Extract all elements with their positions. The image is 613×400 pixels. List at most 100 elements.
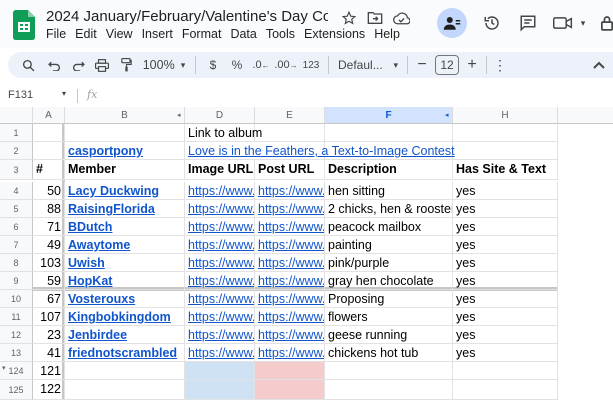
cell-a[interactable]: 122	[33, 380, 65, 400]
cell-b[interactable]: BDutch	[65, 218, 185, 236]
cell-f[interactable]: 2 chicks, hen & rooster	[325, 200, 453, 218]
cell-h[interactable]: yes	[453, 326, 558, 344]
decrease-font-size-icon[interactable]: −	[413, 54, 431, 76]
cell-f[interactable]	[325, 124, 453, 142]
number-format-button[interactable]: 123	[299, 54, 323, 76]
cell-d[interactable]: https://www.b	[185, 344, 255, 362]
cell-h[interactable]: yes	[453, 218, 558, 236]
cell-f[interactable]: painting	[325, 236, 453, 254]
cell-d[interactable]: https://www.b	[185, 236, 255, 254]
cell-e[interactable]: https://www.b	[255, 290, 325, 308]
menu-file[interactable]: File	[46, 27, 71, 41]
cell-d[interactable]: https://www.b	[185, 218, 255, 236]
cell-f[interactable]: geese running	[325, 326, 453, 344]
cell-d[interactable]: https://www.b	[185, 290, 255, 308]
cell-e[interactable]: Post URL	[255, 160, 325, 180]
cell-e[interactable]: https://www.b	[255, 218, 325, 236]
cell-d[interactable]: https://www.b	[185, 308, 255, 326]
column-header-d[interactable]: D	[185, 107, 255, 124]
select-all-corner[interactable]	[0, 107, 33, 124]
currency-format-button[interactable]: $	[201, 54, 225, 76]
cell-h[interactable]	[453, 380, 558, 400]
meet-video-icon[interactable]	[553, 12, 575, 34]
sheets-logo-icon[interactable]	[13, 10, 35, 40]
font-size-input[interactable]: 12	[435, 55, 459, 75]
cell-a[interactable]: 121	[33, 362, 65, 380]
cell-e[interactable]: https://www.b	[255, 272, 325, 290]
column-header-f[interactable]: F	[325, 107, 453, 124]
cell-h[interactable]: yes	[453, 236, 558, 254]
cell-a[interactable]: 107	[33, 308, 65, 326]
cell-a[interactable]: 23	[33, 326, 65, 344]
history-icon[interactable]	[481, 12, 503, 34]
more-options-icon[interactable]: ⋮	[492, 54, 508, 76]
print-icon[interactable]	[90, 54, 114, 76]
cell-b[interactable]: RaisingFlorida	[65, 200, 185, 218]
search-menus-icon[interactable]	[14, 54, 42, 76]
column-header-h[interactable]: H	[453, 107, 558, 124]
cloud-status-icon[interactable]	[392, 9, 410, 27]
cell-h[interactable]: Has Site & Text	[453, 160, 558, 180]
font-select[interactable]: Defaul... ▾	[334, 54, 402, 76]
cell-d[interactable]: https://www.b	[185, 200, 255, 218]
cell-d[interactable]: https://www.b	[185, 254, 255, 272]
cell-e[interactable]: https://www.b	[255, 182, 325, 200]
menu-view[interactable]: View	[106, 27, 138, 41]
cell-d[interactable]: https://www.b	[185, 326, 255, 344]
cell-a[interactable]: 67	[33, 290, 65, 308]
column-header-b[interactable]: B	[65, 107, 185, 124]
cell-d[interactable]: Love is in the Feathers, a Text-to-Image…	[185, 142, 455, 160]
cell-a[interactable]: 103	[33, 254, 65, 272]
cell-b[interactable]: Uwish	[65, 254, 185, 272]
row-header[interactable]: 124 ▾	[0, 362, 33, 380]
increase-font-size-icon[interactable]: +	[463, 54, 481, 76]
decrease-decimal-button[interactable]: .0 ←	[249, 54, 273, 76]
cell-h[interactable]: yes	[453, 182, 558, 200]
cell-b[interactable]: Awaytome	[65, 236, 185, 254]
hidden-column-left-arrow-icon[interactable]: ◂	[177, 111, 181, 119]
menu-edit[interactable]: Edit	[75, 27, 102, 41]
collapse-menus-icon[interactable]	[589, 54, 609, 76]
row-header[interactable]: 9	[0, 272, 33, 290]
row-header[interactable]: 2	[0, 142, 33, 160]
menu-help[interactable]: Help	[374, 27, 405, 41]
row-header[interactable]: 11	[0, 308, 33, 326]
cell-a[interactable]: 88	[33, 200, 65, 218]
increase-decimal-button[interactable]: .00 →	[273, 54, 299, 76]
cell-h[interactable]: yes	[453, 308, 558, 326]
row-header[interactable]: 5	[0, 200, 33, 218]
cell-b[interactable]: HopKat	[65, 272, 185, 290]
row-header[interactable]: 12	[0, 326, 33, 344]
comments-icon[interactable]	[517, 12, 539, 34]
cell-e[interactable]	[255, 124, 325, 142]
cell-f[interactable]: chickens hot tub	[325, 344, 453, 362]
cell-e[interactable]: https://www.b	[255, 308, 325, 326]
cell-d[interactable]: Image URL	[185, 160, 255, 180]
cell-b[interactable]: Vosterouxs	[65, 290, 185, 308]
cell-a[interactable]: 59	[33, 272, 65, 290]
cell-h[interactable]	[453, 124, 558, 142]
cell-a[interactable]	[33, 142, 65, 160]
star-icon[interactable]	[340, 9, 358, 27]
cell-h[interactable]: yes	[453, 290, 558, 308]
row-header[interactable]: 13	[0, 344, 33, 362]
cell-h[interactable]	[453, 142, 558, 160]
row-header[interactable]: 125	[0, 380, 33, 400]
menu-insert[interactable]: Insert	[142, 27, 178, 41]
cell-f[interactable]	[325, 380, 453, 400]
cell-a[interactable]: 41	[33, 344, 65, 362]
cell-f[interactable]: hen sitting	[325, 182, 453, 200]
menu-extensions[interactable]: Extensions	[304, 27, 370, 41]
cell-h[interactable]	[453, 362, 558, 380]
cell-f[interactable]: gray hen chocolate	[325, 272, 453, 290]
cell-b[interactable]	[65, 362, 185, 380]
cell-a[interactable]: 49	[33, 236, 65, 254]
cell-b[interactable]	[65, 380, 185, 400]
lock-icon[interactable]	[601, 12, 613, 34]
document-title[interactable]: 2024 January/February/Valentine's Day Co…	[46, 8, 328, 25]
row-header[interactable]: 10	[0, 290, 33, 308]
name-box-dropdown-icon[interactable]: ▾	[62, 89, 66, 98]
cell-e[interactable]: https://www.b	[255, 200, 325, 218]
spreadsheet-grid[interactable]: A B ◂ ▸ D E F ◂ ▸ H 1Link to album2caspo…	[0, 107, 613, 400]
undo-icon[interactable]	[42, 54, 66, 76]
